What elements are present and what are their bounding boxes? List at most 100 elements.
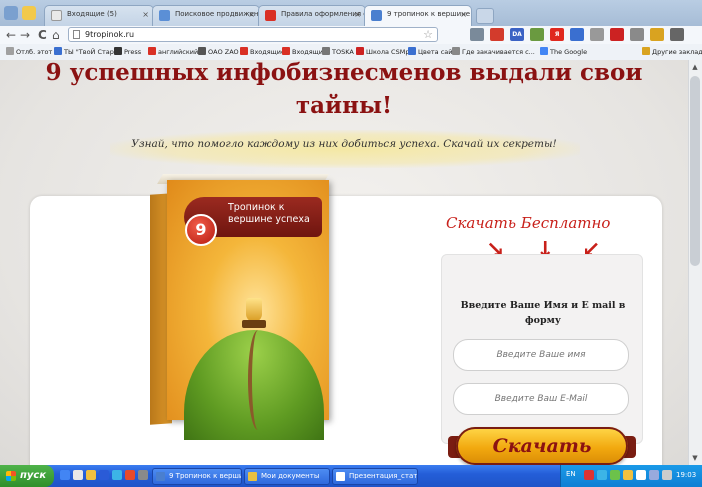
close-icon[interactable]: × (142, 10, 149, 19)
bookmark-item[interactable]: английский (148, 46, 198, 58)
chrome-icon (156, 472, 165, 481)
antivirus-icon[interactable] (584, 470, 594, 480)
close-icon[interactable]: × (248, 10, 255, 19)
bookmark-label: The Google (550, 48, 588, 56)
bookmark-star-icon[interactable] (22, 6, 36, 20)
word-icon[interactable] (99, 470, 109, 480)
bookmark-label: Входящие (250, 48, 286, 56)
bookmarks-bar: Отлб. этот ТЫ "ТвоЙ Старт" Press английский… (0, 44, 702, 61)
bookmark-item[interactable]: Другие закладки (642, 46, 702, 58)
bookmark-favicon-icon (240, 47, 248, 55)
bookmark-item[interactable]: Школа CSMp (356, 46, 409, 58)
page-icon (159, 10, 170, 21)
new-tab-button[interactable] (476, 8, 494, 24)
page-headline: 9 успешных инфобизнесменов выдали свои т… (0, 60, 688, 121)
task-label: Мои документы (261, 472, 320, 480)
volume-icon[interactable] (636, 470, 646, 480)
bookmark-item[interactable]: Press (114, 46, 141, 58)
battery-icon[interactable] (662, 470, 672, 480)
gmail-icon (265, 10, 276, 21)
name-input[interactable] (453, 339, 629, 371)
bookmark-item[interactable]: TOSKA (322, 46, 354, 58)
print-icon[interactable] (630, 28, 644, 41)
toolbar: ← → C ⌂ 9tropinok.ru ☆ DA Я (0, 26, 702, 45)
headline-line: тайны! (295, 92, 393, 119)
scrollbar-thumb[interactable] (690, 76, 700, 266)
chrome-icon[interactable] (60, 470, 70, 480)
network-icon[interactable] (610, 470, 620, 480)
bookmark-label: Школа CSMp (366, 48, 410, 56)
trophy-base (242, 320, 266, 328)
bookmark-favicon-icon (282, 47, 290, 55)
page-icon[interactable] (590, 28, 604, 41)
bookmark-item[interactable]: ТЫ "ТвоЙ Старт" (54, 46, 121, 58)
path-illustration (248, 330, 268, 430)
tab-9tropinok[interactable]: 9 тропинок к вершине успеха × (364, 5, 472, 26)
tab-articles[interactable]: Правила оформления статей × (258, 5, 366, 26)
tab-seo[interactable]: Поисковое продвижение сайтов × (152, 5, 260, 26)
start-button[interactable]: пуск (0, 465, 54, 487)
calendar-icon[interactable] (530, 28, 544, 41)
bookmark-item[interactable]: The Google (540, 46, 587, 58)
skype-icon[interactable] (597, 470, 607, 480)
free-download-note: Скачать Бесплатно (446, 214, 611, 232)
address-bar[interactable]: 9tropinok.ru ☆ (68, 27, 438, 42)
bookmark-label: Press (124, 48, 142, 56)
clock: 19:03 (676, 471, 697, 479)
close-icon[interactable]: × (354, 10, 361, 19)
facebook-icon[interactable] (570, 28, 584, 41)
tab-label: Входящие (5) (67, 10, 117, 18)
taskbar-item-word[interactable]: Презентация_стат... N... (332, 468, 418, 485)
book-title: Тропинок к вершине успеха (228, 202, 310, 225)
bookmark-label: английский (158, 48, 199, 56)
download-button[interactable]: Скачать (456, 427, 628, 465)
da-icon[interactable]: DA (510, 28, 524, 41)
tab-label: Правила оформления статей (281, 10, 365, 18)
email-input[interactable] (453, 383, 629, 415)
close-icon[interactable]: × (460, 10, 467, 19)
language-indicator[interactable]: EN (566, 470, 576, 478)
bookmark-favicon-icon (408, 47, 416, 55)
tab-label: Поисковое продвижение сайтов (175, 10, 259, 18)
skype-icon[interactable] (112, 470, 122, 480)
scroll-down-button[interactable]: ▼ (688, 451, 702, 465)
bookmark-item[interactable]: Входящие (282, 46, 327, 58)
bookmark-favicon-icon (540, 47, 548, 55)
bookmark-label: TOSKA (332, 48, 354, 56)
bookmark-favicon-icon (54, 47, 62, 55)
bookmark-item[interactable]: Где закачивается с... (452, 46, 535, 58)
bookmark-label: ОАО ZAO (208, 48, 239, 56)
book-number-badge: 9 (185, 214, 217, 246)
app-icon[interactable] (138, 470, 148, 480)
update-icon[interactable] (649, 470, 659, 480)
scroll-up-button[interactable]: ▲ (688, 60, 702, 74)
vk-icon[interactable] (490, 28, 504, 41)
forward-button[interactable]: → (20, 27, 30, 43)
bookmark-favicon-icon (6, 47, 14, 55)
stop-icon[interactable] (610, 28, 624, 41)
taskbar-item-browser[interactable]: 9 Тропинок к вершин... (152, 468, 242, 485)
bookmark-icon[interactable] (650, 28, 664, 41)
bookmark-item[interactable]: ОАО ZAO (198, 46, 239, 58)
window-menu-icon[interactable] (4, 6, 18, 20)
folder-icon[interactable] (86, 470, 96, 480)
pdf-icon[interactable] (470, 28, 484, 41)
menu-icon[interactable] (670, 28, 684, 41)
bookmark-label: Где закачивается с... (462, 48, 535, 56)
bookmark-item[interactable]: Входящие (240, 46, 285, 58)
bookmark-favicon-icon (148, 47, 156, 55)
reload-button[interactable]: C (38, 27, 47, 43)
home-button[interactable]: ⌂ (52, 27, 60, 43)
shield-icon[interactable] (623, 470, 633, 480)
back-button[interactable]: ← (6, 27, 16, 43)
mail-icon (51, 10, 62, 21)
yandex-icon[interactable]: Я (550, 28, 564, 41)
taskbar-item-documents[interactable]: Мои документы (244, 468, 330, 485)
desktop-icon[interactable] (73, 470, 83, 480)
bookmark-item[interactable]: Отлб. этот (6, 46, 52, 58)
media-icon[interactable] (125, 470, 135, 480)
bookmark-favicon-icon (642, 47, 650, 55)
tab-inbox[interactable]: Входящие (5) × (44, 5, 154, 26)
bookmark-favicon-icon (322, 47, 330, 55)
star-icon[interactable]: ☆ (423, 28, 433, 41)
